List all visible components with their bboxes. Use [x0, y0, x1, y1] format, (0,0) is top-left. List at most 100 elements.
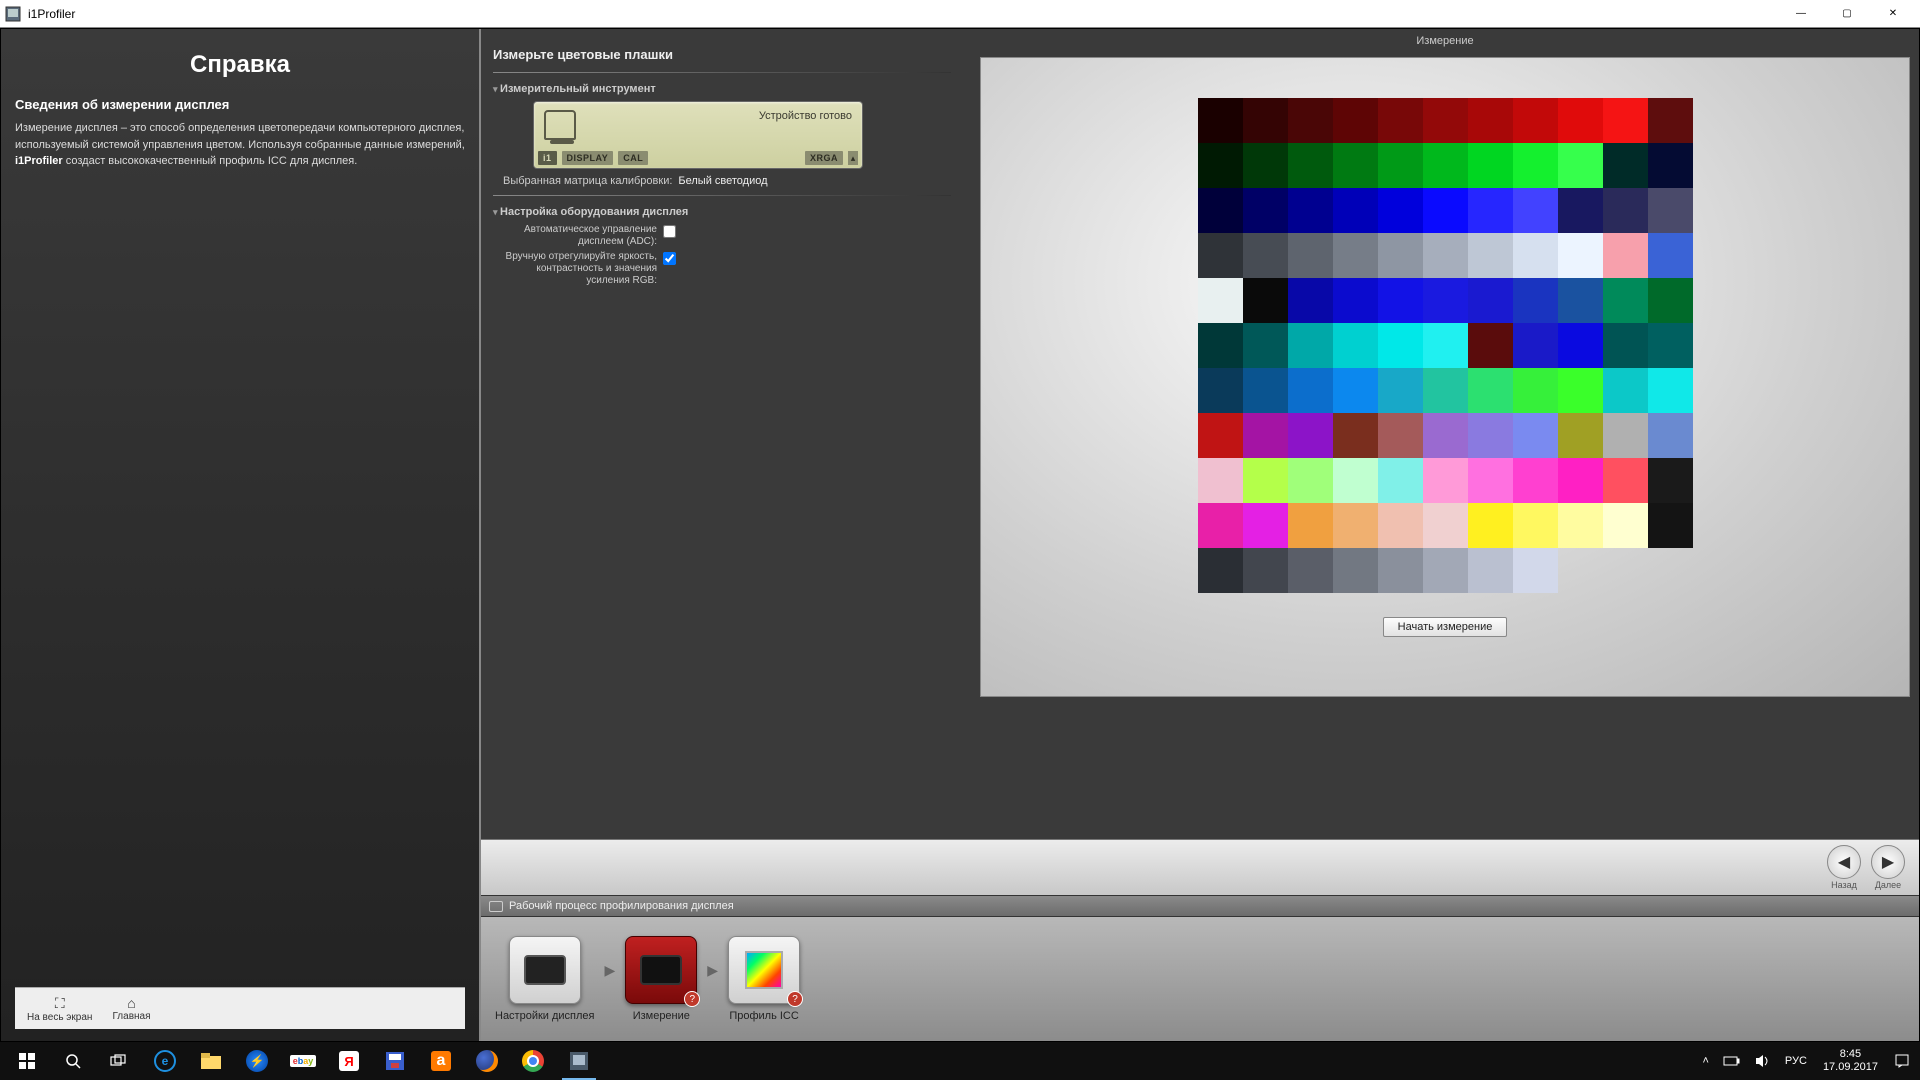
color-patch: [1333, 323, 1378, 368]
taskbar-app-save[interactable]: [372, 1042, 418, 1080]
windows-taskbar: e ⚡ ebay Я a ˄ РУС 8:45 17.09.2017: [0, 1042, 1920, 1080]
taskbar-app-edge[interactable]: e: [142, 1042, 188, 1080]
color-patch: [1603, 143, 1648, 188]
back-button[interactable]: ◀ Назад: [1827, 845, 1861, 890]
color-patch: [1468, 458, 1513, 503]
taskbar-app-yandex[interactable]: Я: [326, 1042, 372, 1080]
color-patch: [1288, 548, 1333, 593]
color-patch: [1558, 188, 1603, 233]
badge-xrga: XRGA: [805, 151, 843, 165]
workflow-step-icc-profile[interactable]: ? Профиль ICC: [728, 936, 800, 1022]
fullscreen-button[interactable]: ⛶ На весь экран: [27, 995, 92, 1023]
tray-language-indicator[interactable]: РУС: [1779, 1042, 1813, 1080]
workflow-title: Рабочий процесс профилирования дисплея: [509, 900, 734, 912]
help-title: Справка: [15, 51, 465, 79]
color-patch: [1243, 413, 1288, 458]
color-patch: [1558, 98, 1603, 143]
color-patch: [1468, 98, 1513, 143]
workflow-step-measurement[interactable]: ? Измерение: [625, 936, 697, 1022]
taskbar-app-i1profiler[interactable]: [556, 1042, 602, 1080]
badge-cal: CAL: [618, 151, 648, 165]
badge-display: DISPLAY: [562, 151, 614, 165]
home-label: Главная: [112, 1011, 150, 1022]
hardware-section-header[interactable]: Настройка оборудования дисплея: [493, 206, 951, 218]
window-close-button[interactable]: ✕: [1870, 0, 1916, 28]
alert-badge-icon: ?: [684, 991, 700, 1007]
color-patch: [1333, 548, 1378, 593]
color-patch: [1648, 143, 1693, 188]
color-patch: [1558, 368, 1603, 413]
workflow-header: Рабочий процесс профилирования дисплея: [481, 895, 1919, 917]
color-patch: [1603, 278, 1648, 323]
calibration-matrix-label: Выбранная матрица калибровки:: [503, 175, 672, 187]
color-patch: [1423, 548, 1468, 593]
preview-pane: Измерение Начать измерение: [971, 29, 1919, 839]
adc-checkbox[interactable]: [663, 225, 676, 238]
window-maximize-button[interactable]: ▢: [1824, 0, 1870, 28]
taskbar-app-ebay[interactable]: ebay: [280, 1042, 326, 1080]
color-patch: [1423, 188, 1468, 233]
color-patch: [1603, 458, 1648, 503]
color-patch: [1603, 368, 1648, 413]
color-patch: [1378, 458, 1423, 503]
taskbar-app-thunderbolt[interactable]: ⚡: [234, 1042, 280, 1080]
taskbar-app-explorer[interactable]: [188, 1042, 234, 1080]
badge-arrow-icon: ▴: [848, 151, 858, 165]
color-patch: [1513, 98, 1558, 143]
workflow-step-display-settings[interactable]: Настройки дисплея: [495, 936, 595, 1022]
window-minimize-button[interactable]: —: [1778, 0, 1824, 28]
next-arrow-icon: ▶: [1871, 845, 1905, 879]
color-patch: [1513, 368, 1558, 413]
color-patch: [1603, 233, 1648, 278]
tray-battery-icon[interactable]: [1717, 1042, 1747, 1080]
home-icon: ⌂: [127, 995, 135, 1011]
tray-notifications-button[interactable]: [1888, 1042, 1916, 1080]
color-patch: [1558, 143, 1603, 188]
color-patch: [1378, 548, 1423, 593]
settings-column: Измерьте цветовые плашки Измерительный и…: [481, 29, 971, 839]
start-button[interactable]: [4, 1042, 50, 1080]
color-patch: [1468, 188, 1513, 233]
task-view-button[interactable]: [96, 1042, 142, 1080]
color-patch: [1513, 548, 1558, 593]
manual-option-label: Вручную отрегулируйте яркость, контрастн…: [493, 251, 663, 287]
color-patch: [1288, 323, 1333, 368]
home-button[interactable]: ⌂ Главная: [112, 995, 150, 1022]
tray-clock[interactable]: 8:45 17.09.2017: [1815, 1048, 1886, 1074]
manual-checkbox[interactable]: [663, 252, 676, 265]
color-patch: [1333, 98, 1378, 143]
alert-badge-icon: ?: [787, 991, 803, 1007]
color-patch: [1468, 143, 1513, 188]
color-patch: [1378, 503, 1423, 548]
color-patch: [1333, 278, 1378, 323]
color-patch: [1288, 188, 1333, 233]
color-patch: [1558, 503, 1603, 548]
device-status-text: Устройство готово: [759, 110, 852, 122]
color-patch: [1558, 413, 1603, 458]
tray-volume-icon[interactable]: [1749, 1042, 1777, 1080]
instrument-section-header[interactable]: Измерительный инструмент: [493, 83, 951, 95]
color-patch: [1513, 278, 1558, 323]
taskbar-app-orange[interactable]: a: [418, 1042, 464, 1080]
color-patch: [1198, 188, 1243, 233]
next-button[interactable]: ▶ Далее: [1871, 845, 1905, 890]
tray-overflow-button[interactable]: ˄: [1696, 1042, 1714, 1080]
color-patch: [1468, 548, 1513, 593]
help-body: Измерение дисплея – это способ определен…: [15, 120, 465, 170]
help-footer: ⛶ На весь экран ⌂ Главная: [15, 987, 465, 1029]
color-patch: [1288, 413, 1333, 458]
taskbar-app-chrome[interactable]: [510, 1042, 556, 1080]
color-patch: [1378, 143, 1423, 188]
help-panel: Справка Сведения об измерении дисплея Из…: [1, 29, 481, 1041]
start-measurement-button[interactable]: Начать измерение: [1383, 617, 1508, 637]
color-patch: [1513, 413, 1558, 458]
color-patch: [1288, 98, 1333, 143]
search-button[interactable]: [50, 1042, 96, 1080]
color-patch: [1648, 323, 1693, 368]
taskbar-app-firefox[interactable]: [464, 1042, 510, 1080]
color-patch: [1558, 233, 1603, 278]
color-patch: [1513, 503, 1558, 548]
color-patch: [1288, 503, 1333, 548]
color-patch: [1468, 278, 1513, 323]
color-patch: [1423, 233, 1468, 278]
